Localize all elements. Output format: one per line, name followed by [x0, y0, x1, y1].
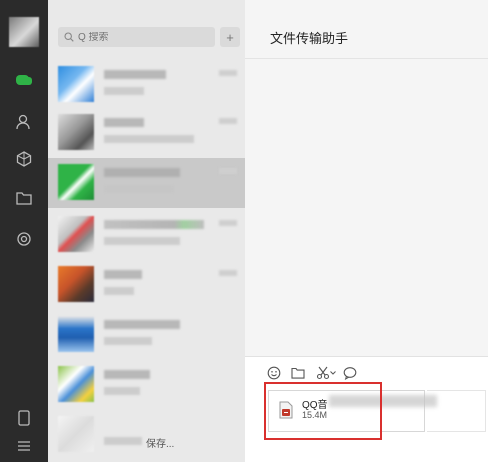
conversation-avatar: [58, 66, 94, 102]
search-input[interactable]: [74, 31, 208, 43]
chat-icon[interactable]: [14, 70, 34, 90]
conversation-item[interactable]: [48, 108, 245, 158]
conversation-time: [219, 118, 237, 124]
folder-icon[interactable]: [290, 365, 306, 381]
message-input[interactable]: [427, 390, 486, 432]
chevron-down-icon[interactable]: [329, 365, 337, 381]
contacts-icon[interactable]: [14, 112, 34, 132]
conversation-name: [104, 118, 144, 127]
phone-icon[interactable]: [14, 408, 34, 428]
conversation-preview: [104, 87, 144, 95]
conversation-avatar: [58, 114, 94, 150]
conversation-preview: [104, 185, 174, 193]
chat-title: 文件传输助手: [270, 31, 349, 46]
conversation-avatar: [58, 216, 94, 252]
conversation-avatar: [58, 164, 94, 200]
conversation-item[interactable]: [48, 360, 245, 410]
chat-header: 文件传输助手: [245, 0, 488, 59]
conversation-avatar: [58, 316, 94, 352]
conversation-time: [219, 220, 237, 226]
conversation-name: [104, 320, 180, 329]
conversation-time: [219, 168, 237, 174]
conversation-name: [104, 70, 166, 79]
conversation-name: [104, 168, 180, 177]
avatar[interactable]: [9, 17, 39, 47]
conversation-item[interactable]: 保存...: [48, 410, 245, 460]
conversation-time: [219, 70, 237, 76]
conversation-name: [104, 370, 150, 379]
menu-icon[interactable]: [14, 436, 34, 456]
conversation-preview: [104, 135, 194, 143]
favorites-icon[interactable]: [14, 149, 34, 169]
conversation-item[interactable]: [48, 210, 245, 260]
search-box[interactable]: [58, 27, 215, 47]
nav-rail: [0, 0, 48, 462]
conversation-item[interactable]: [48, 60, 245, 110]
files-icon[interactable]: [14, 188, 34, 208]
conversation-preview: [104, 287, 134, 295]
conversation-preview: [104, 237, 180, 245]
conversation-item[interactable]: [48, 260, 245, 310]
add-button[interactable]: +: [220, 27, 240, 47]
conversation-avatar: [58, 416, 94, 452]
conversation-preview: [104, 337, 152, 345]
conversation-preview: [104, 437, 142, 445]
highlight-box: [264, 382, 382, 440]
conversation-label: 保存...: [146, 439, 175, 450]
chat-bubble-icon[interactable]: [342, 365, 358, 381]
conversation-item-selected[interactable]: [48, 158, 245, 208]
search-icon: [64, 32, 74, 42]
conversation-avatar: [58, 266, 94, 302]
conversation-item[interactable]: [48, 310, 245, 360]
conversation-preview: [104, 387, 140, 395]
conversation-name: [104, 220, 204, 229]
search-row: +: [48, 0, 245, 68]
conversation-time: [219, 270, 237, 276]
emoji-icon[interactable]: [266, 365, 282, 381]
moments-icon[interactable]: [14, 229, 34, 249]
conversation-avatar: [58, 366, 94, 402]
conversation-list: + 保存: [48, 0, 245, 462]
conversation-name: [104, 270, 142, 279]
